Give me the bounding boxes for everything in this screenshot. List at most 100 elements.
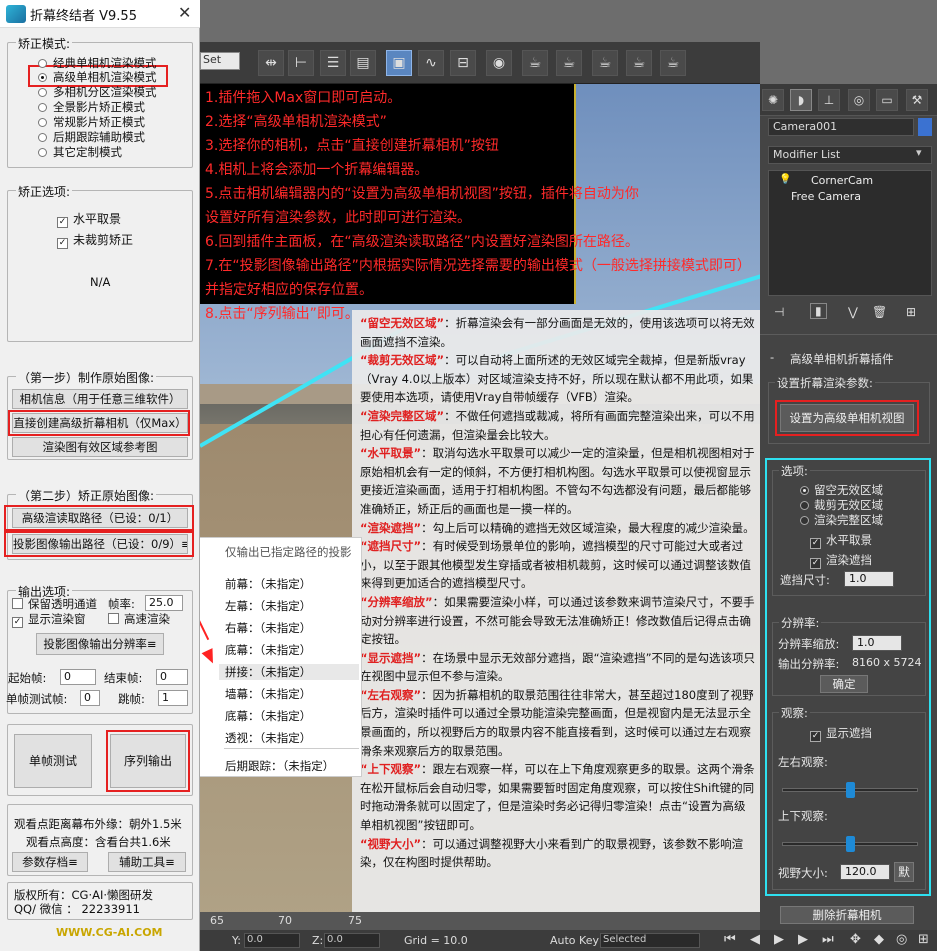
- param-file-button[interactable]: 参数存档≡: [12, 852, 88, 872]
- popup-item-bottom[interactable]: 底幕：（未指定）: [225, 642, 311, 658]
- y-coord-field[interactable]: 0.0: [244, 933, 300, 948]
- stack-item-free-camera[interactable]: Free Camera: [791, 190, 861, 203]
- prev-frame-icon[interactable]: ◀: [750, 932, 760, 947]
- radio-crop-invalid[interactable]: 裁剪无效区域: [800, 497, 883, 513]
- remove-modifier-icon[interactable]: 🗑: [872, 305, 887, 319]
- hierarchy-tab-icon[interactable]: ⊥: [818, 89, 840, 111]
- auto-key-button[interactable]: Auto Key: [550, 934, 599, 947]
- rollout-title[interactable]: 高级单相机折幕插件: [790, 351, 894, 367]
- res-scale-field[interactable]: 1.0: [852, 635, 902, 651]
- make-unique-icon[interactable]: ⋁: [848, 305, 858, 319]
- end-frame-field[interactable]: 0: [156, 669, 188, 685]
- layer-icon[interactable]: ☰: [320, 50, 346, 76]
- help-term: “渲染完整区域”: [360, 408, 445, 423]
- radio-render-full[interactable]: 渲染完整区域: [800, 512, 883, 528]
- motion-tab-icon[interactable]: ◎: [848, 89, 870, 111]
- z-coord-field[interactable]: 0.0: [324, 933, 380, 948]
- mode-radio-5[interactable]: 后期跟踪辅助模式: [38, 130, 145, 144]
- close-icon[interactable]: ✕: [178, 3, 191, 22]
- frame-rate-field[interactable]: 25.0: [145, 595, 183, 611]
- single-test-button[interactable]: 单帧测试: [14, 734, 92, 788]
- utilities-tab-icon[interactable]: ⚒: [906, 89, 928, 111]
- pan-icon[interactable]: ✥: [850, 932, 861, 947]
- play-icon[interactable]: ▶: [774, 932, 784, 947]
- mode-radio-1[interactable]: 高级单相机渲染模式: [38, 70, 157, 84]
- popup-item-tracking[interactable]: 后期跟踪：（未指定）: [225, 758, 334, 774]
- configure-sets-icon[interactable]: ⊞: [906, 305, 916, 319]
- modifier-stack[interactable]: 💡 CornerCam Free Camera: [768, 170, 932, 296]
- field-of-view-icon[interactable]: ◆: [874, 932, 884, 947]
- left-right-slider-thumb[interactable]: [845, 782, 855, 798]
- delete-camera-button[interactable]: 删除折幕相机: [780, 906, 914, 924]
- up-down-slider-thumb[interactable]: [845, 836, 855, 852]
- help-term: “视野大小”: [360, 836, 422, 851]
- single-frame-field[interactable]: 0: [80, 690, 100, 706]
- create-tab-icon[interactable]: ✺: [762, 89, 784, 111]
- scene-explorer-icon[interactable]: ▣: [386, 50, 412, 76]
- popup-item-perspective[interactable]: 透视：（未指定）: [225, 730, 311, 746]
- render-production-icon[interactable]: ☕: [592, 50, 618, 76]
- render-online-icon[interactable]: ☕: [660, 50, 686, 76]
- default-fov-button[interactable]: 默: [894, 862, 914, 882]
- display-tab-icon[interactable]: ▭: [876, 89, 898, 111]
- camera-info-button[interactable]: 相机信息（用于任意三维软件）: [12, 389, 188, 409]
- mode-radio-2[interactable]: 多相机分区渲染模式: [38, 85, 157, 99]
- goto-end-icon[interactable]: ⏭: [822, 932, 834, 947]
- alpha-checkbox[interactable]: 保留透明通道: [12, 596, 97, 612]
- start-frame-field[interactable]: 0: [60, 669, 96, 685]
- schematic-icon[interactable]: ⊟: [450, 50, 476, 76]
- end-frame-label: 结束帧:: [104, 671, 143, 685]
- show-end-result-icon[interactable]: ▮: [810, 303, 827, 319]
- rollout-collapse-icon[interactable]: -: [770, 350, 774, 364]
- horizontal-checkbox-right[interactable]: ✓ 水平取景: [810, 532, 872, 549]
- rendered-frame-icon[interactable]: ☕: [556, 50, 582, 76]
- maximize-viewport-icon[interactable]: ⊞: [918, 932, 929, 947]
- skip-frame-field[interactable]: 1: [158, 690, 188, 706]
- uncropped-checkbox[interactable]: ✓ 未裁剪矫正: [57, 231, 133, 249]
- modify-tab-icon[interactable]: ◗: [790, 89, 812, 111]
- goto-start-icon[interactable]: ⏮: [724, 932, 736, 947]
- popup-item-left[interactable]: 左幕：（未指定）: [225, 598, 311, 614]
- observe-label: 观察:: [779, 705, 810, 721]
- align-icon[interactable]: ⊢: [288, 50, 314, 76]
- modifier-list-dropdown[interactable]: Modifier List: [768, 146, 932, 164]
- material-editor-icon[interactable]: ◉: [486, 50, 512, 76]
- render-iterative-icon[interactable]: ☕: [626, 50, 652, 76]
- orbit-icon[interactable]: ◎: [896, 932, 907, 947]
- stack-item-cornercam[interactable]: CornerCam: [811, 174, 873, 187]
- lightbulb-icon[interactable]: 💡: [779, 174, 791, 185]
- object-name-field[interactable]: Camera001: [768, 118, 914, 136]
- mode-radio-4[interactable]: 常规影片矫正模式: [38, 115, 145, 129]
- website-link[interactable]: WWW.CG-AI.COM: [56, 926, 163, 939]
- ribbon-icon[interactable]: ▤: [350, 50, 376, 76]
- popup-item-stitch[interactable]: 拼接：（未指定）: [219, 664, 359, 680]
- fast-render-checkbox[interactable]: 高速渲染: [108, 611, 170, 627]
- timeline-ruler[interactable]: 65 70 75: [200, 912, 760, 930]
- mask-size-field[interactable]: 1.0: [844, 571, 894, 587]
- show-window-checkbox[interactable]: ✓ 显示渲染窗: [12, 611, 86, 628]
- pin-stack-icon[interactable]: ⊣: [774, 305, 784, 319]
- next-frame-icon[interactable]: ▶: [798, 932, 808, 947]
- radio-keep-invalid[interactable]: 留空无效区域: [800, 482, 883, 498]
- render-setup-icon[interactable]: ☕: [522, 50, 548, 76]
- mode-radio-0[interactable]: 经典单相机渲染模式: [38, 56, 157, 70]
- popup-item-right[interactable]: 右幕：（未指定）: [225, 620, 311, 636]
- selection-set-dropdown[interactable]: Set: [200, 52, 240, 70]
- output-resolution-button[interactable]: 投影图像输出分辨率≡: [36, 633, 164, 655]
- mode-radio-3[interactable]: 全景影片矫正模式: [38, 100, 145, 114]
- confirm-button[interactable]: 确定: [820, 675, 868, 693]
- curve-editor-icon[interactable]: ∿: [418, 50, 444, 76]
- horizontal-checkbox[interactable]: ✓ 水平取景: [57, 210, 121, 228]
- render-reference-button[interactable]: 渲染图有效区域参考图: [12, 437, 188, 457]
- render-mask-checkbox[interactable]: ✓ 渲染遮挡: [810, 552, 872, 569]
- popup-item-front[interactable]: 前幕：（未指定）: [225, 576, 311, 592]
- show-mask-checkbox[interactable]: ✓ 显示遮挡: [810, 725, 872, 742]
- popup-item-floor[interactable]: 底幕：（未指定）: [225, 708, 311, 724]
- popup-item-wall[interactable]: 墙幕：（未指定）: [225, 686, 311, 702]
- fov-field[interactable]: 120.0: [840, 864, 890, 880]
- tools-button[interactable]: 辅助工具≡: [108, 852, 186, 872]
- mirror-icon[interactable]: ⇹: [258, 50, 284, 76]
- object-color-swatch[interactable]: [918, 118, 932, 136]
- key-filter-dropdown[interactable]: Selected: [600, 933, 700, 948]
- mode-radio-6[interactable]: 其它定制模式: [38, 145, 122, 159]
